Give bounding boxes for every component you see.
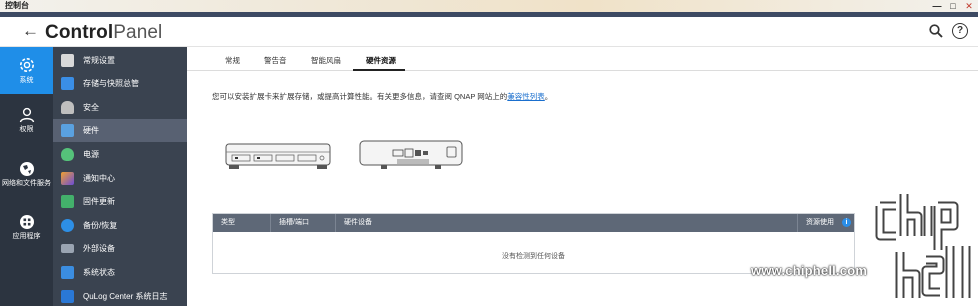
user-icon [19, 107, 34, 123]
subnav-item-qulog[interactable]: QuLog Center 系统日志 [53, 285, 187, 308]
rail-item-apps-label: 应用程序 [12, 233, 41, 240]
column-header-hardware-device[interactable]: 硬件设备 [336, 214, 798, 232]
app-header: ← ControlPanel ? [0, 17, 978, 47]
subnav-item-security[interactable]: 安全 [53, 96, 187, 119]
search-icon[interactable] [929, 24, 943, 38]
nas-rear-view-image [359, 140, 463, 169]
app-title-light: Panel [113, 22, 163, 43]
subnav-item-hardware[interactable]: 硬件 [53, 119, 187, 142]
subnav-item-general-settings[interactable]: 常规设置 [53, 49, 187, 72]
window-controls: — □ ✕ [932, 0, 974, 12]
chiphell-watermark-text: www.chiphell.com [751, 263, 868, 278]
column-header-slot-port[interactable]: 插槽/端口 [271, 214, 336, 232]
main-category-rail: 系统 权限 网络和文件服务 应用程序 [0, 47, 53, 306]
apps-grid-icon [19, 215, 34, 229]
rail-item-network[interactable]: 网络和文件服务 [0, 161, 53, 205]
subnav-item-storage[interactable]: 存储与快照总管 [53, 72, 187, 95]
lock-icon [61, 101, 74, 114]
tab-smart-fan[interactable]: 智能风扇 [311, 55, 341, 66]
gear-icon [19, 58, 34, 72]
subnav-item-label: 外部设备 [83, 244, 115, 253]
app-title: ControlPanel [45, 22, 162, 44]
description-end: 。 [544, 92, 553, 101]
external-device-icon [61, 244, 74, 253]
firmware-icon [61, 195, 74, 208]
description-body: 您可以安装扩展卡来扩展存储，或提高计算性能。有关更多信息，请查阅 QNAP 网站… [212, 92, 508, 101]
column-header-resource-usage-label: 资源使用 [806, 219, 834, 226]
backup-icon [61, 219, 74, 232]
subnav-item-label: 电源 [83, 150, 99, 159]
subnav-item-label: 常规设置 [83, 56, 115, 65]
back-arrow-icon[interactable]: ← [22, 21, 39, 41]
qulog-icon [61, 290, 74, 303]
compatibility-list-link[interactable]: 兼容性列表 [507, 92, 545, 101]
subnav-item-label: 备份/恢复 [83, 221, 118, 230]
subnav-item-label: 通知中心 [83, 174, 115, 183]
description-text: 您可以安装扩展卡来扩展存储，或提高计算性能。有关更多信息，请查阅 QNAP 网站… [212, 91, 552, 102]
subnav-item-label: 系统状态 [83, 268, 115, 277]
subnav-item-power[interactable]: 电源 [53, 143, 187, 166]
system-status-icon [61, 266, 74, 279]
rail-item-system[interactable]: 系统 [0, 47, 53, 94]
subnav-item-label: 安全 [83, 103, 99, 112]
system-subnav: 常规设置 存储与快照总管 安全 硬件 电源 通知中心 固件更新 备份/恢复 外部… [53, 47, 187, 306]
general-settings-icon [61, 54, 74, 67]
empty-state-message: 没有检测到任何设备 [502, 253, 565, 260]
close-button[interactable]: ✕ [964, 0, 974, 12]
rail-item-apps[interactable]: 应用程序 [0, 214, 53, 248]
rail-item-system-label: 系统 [19, 77, 34, 84]
tab-general[interactable]: 常规 [225, 55, 240, 66]
subnav-item-label: QuLog Center 系统日志 [83, 292, 168, 301]
minimize-button[interactable]: — [932, 0, 942, 12]
rail-item-network-label: 网络和文件服务 [2, 180, 51, 187]
window-title: 控制台 [5, 1, 29, 10]
column-header-type[interactable]: 类型 [213, 214, 271, 232]
window-titlebar: 控制台 — □ ✕ [0, 0, 978, 12]
nas-front-view-image [225, 143, 331, 169]
active-tab-indicator [353, 69, 405, 71]
tab-alert-sound[interactable]: 警告音 [264, 55, 287, 66]
subnav-item-system-status[interactable]: 系统状态 [53, 261, 187, 284]
table-header: 类型 插槽/端口 硬件设备 资源使用 i [213, 214, 854, 232]
info-icon[interactable]: i [842, 217, 851, 227]
subnav-item-backup[interactable]: 备份/恢复 [53, 214, 187, 237]
column-header-resource-usage[interactable]: 资源使用 i [798, 214, 854, 232]
tab-bar: 常规 警告音 智能风扇 硬件资源 [187, 47, 978, 71]
chiphell-watermark-logo [875, 194, 971, 298]
rail-item-privilege[interactable]: 权限 [0, 107, 53, 143]
tab-hardware-resources[interactable]: 硬件资源 [366, 55, 396, 66]
subnav-item-firmware[interactable]: 固件更新 [53, 190, 187, 213]
maximize-button[interactable]: □ [948, 0, 958, 12]
help-icon[interactable]: ? [952, 23, 968, 39]
hardware-icon [61, 124, 74, 137]
power-icon [61, 148, 74, 161]
subnav-item-external-device[interactable]: 外部设备 [53, 237, 187, 260]
subnav-item-label: 存储与快照总管 [83, 79, 139, 88]
storage-icon [61, 77, 74, 90]
subnav-item-label: 硬件 [83, 126, 99, 135]
rail-item-privilege-label: 权限 [19, 126, 34, 133]
globe-icon [19, 162, 34, 176]
subnav-item-label: 固件更新 [83, 197, 115, 206]
subnav-item-notification[interactable]: 通知中心 [53, 167, 187, 190]
notification-icon [61, 172, 74, 185]
app-title-bold: Control [45, 22, 114, 43]
